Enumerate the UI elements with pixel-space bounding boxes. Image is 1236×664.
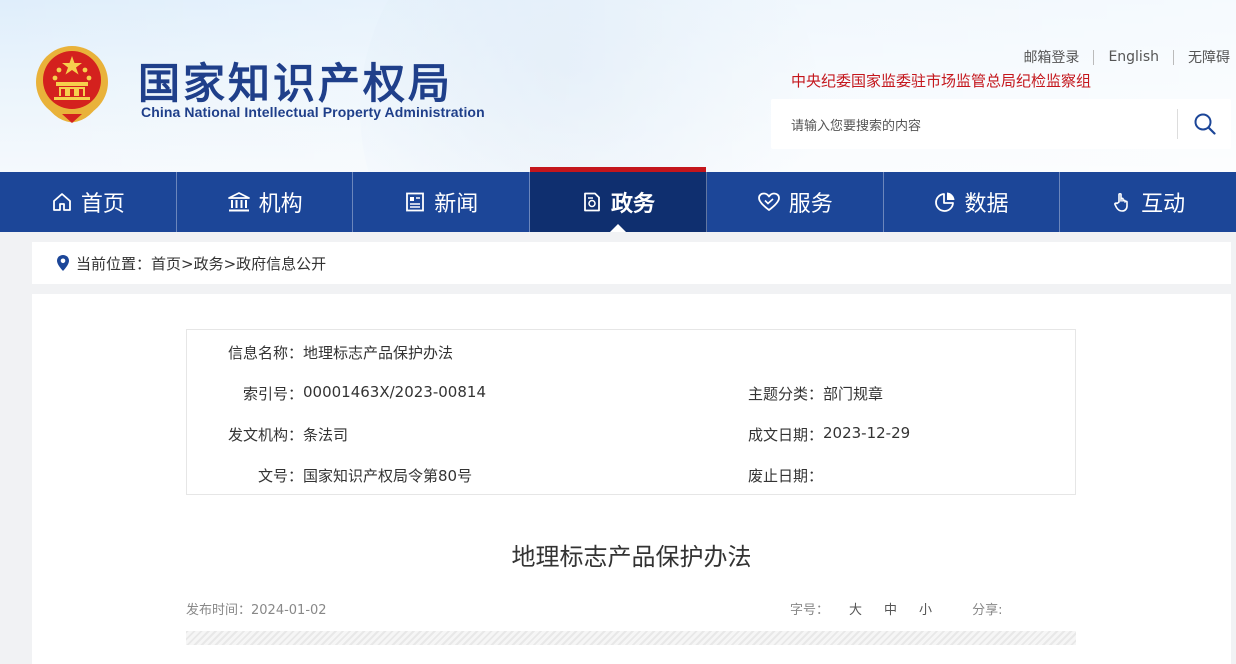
nav-item-interaction[interactable]: 互动 bbox=[1060, 172, 1236, 232]
info-value: 00001463X/2023-00814 bbox=[303, 383, 486, 401]
font-size-medium-button[interactable]: 中 bbox=[884, 599, 897, 618]
heart-hand-icon bbox=[757, 192, 780, 211]
nav-item-services[interactable]: 服务 bbox=[707, 172, 884, 232]
info-label: 发文机构： bbox=[227, 426, 303, 444]
discipline-inspection-link[interactable]: 中央纪委国家监委驻市场监管总局纪检监察组 bbox=[791, 70, 1091, 91]
info-row-index: 索引号： 00001463X/2023-00814 bbox=[207, 383, 486, 404]
info-label: 信息名称： bbox=[227, 344, 303, 362]
institution-icon bbox=[227, 192, 250, 212]
nav-item-label: 新闻 bbox=[434, 192, 479, 217]
font-size-label: 字号： bbox=[790, 603, 830, 618]
info-label: 废止日期： bbox=[747, 467, 823, 485]
top-links: 邮箱登录 English 无障碍 bbox=[1009, 47, 1230, 67]
accessibility-link[interactable]: 无障碍 bbox=[1174, 47, 1230, 67]
info-value: 国家知识产权局令第80号 bbox=[303, 467, 473, 485]
info-row-date: 成文日期： 2023-12-29 bbox=[727, 424, 910, 445]
info-value: 条法司 bbox=[303, 426, 349, 444]
info-row-docno: 文号： 国家知识产权局令第80号 bbox=[207, 465, 472, 486]
hand-pointer-icon bbox=[1114, 192, 1128, 212]
site-logo-english[interactable]: China National Intellectual Property Adm… bbox=[141, 104, 485, 120]
nav-item-label: 数据 bbox=[964, 192, 1009, 217]
search-icon bbox=[1194, 113, 1216, 135]
font-size-large-button[interactable]: 大 bbox=[849, 599, 862, 618]
document-icon bbox=[584, 192, 600, 212]
site-header: 国家知识产权局 China National Intellectual Prop… bbox=[0, 0, 1236, 172]
pie-chart-icon bbox=[935, 192, 955, 212]
info-value: 部门规章 bbox=[823, 385, 884, 403]
location-pin-icon bbox=[57, 255, 69, 271]
info-value: 地理标志产品保护办法 bbox=[303, 344, 454, 362]
info-row-topic: 主题分类： 部门规章 bbox=[727, 383, 883, 404]
nav-item-label: 机构 bbox=[258, 192, 303, 217]
info-label: 索引号： bbox=[242, 385, 303, 403]
search-input[interactable]: 请输入您要搜索的内容 bbox=[791, 115, 921, 134]
nav-item-news[interactable]: 新闻 bbox=[353, 172, 531, 232]
nav-item-label: 政务 bbox=[611, 192, 656, 217]
info-row-abolish: 废止日期： bbox=[707, 465, 823, 486]
info-row-name: 信息名称： 地理标志产品保护办法 bbox=[207, 342, 453, 363]
search-button[interactable] bbox=[1178, 99, 1231, 149]
main-content: 信息名称： 地理标志产品保护办法 索引号： 00001463X/2023-008… bbox=[32, 294, 1231, 664]
search-box: 请输入您要搜索的内容 bbox=[771, 99, 1231, 149]
article-title: 地理标志产品保护办法 bbox=[511, 543, 752, 571]
info-label: 文号： bbox=[257, 467, 303, 485]
nav-item-institution[interactable]: 机构 bbox=[177, 172, 354, 232]
nav-item-label: 互动 bbox=[1141, 192, 1186, 217]
font-size-small-button[interactable]: 小 bbox=[919, 599, 932, 618]
info-value: 2023-12-29 bbox=[823, 424, 911, 442]
home-icon bbox=[52, 193, 71, 211]
share-label: 分享: bbox=[972, 603, 1003, 618]
article-tools: 字号： 大 中 小 分享: bbox=[790, 599, 1022, 618]
main-nav: 首页 机构 新闻 政务 服务 数据 互动 bbox=[0, 167, 1236, 232]
national-emblem-icon[interactable] bbox=[34, 44, 110, 124]
nav-item-government-affairs[interactable]: 政务 bbox=[530, 167, 707, 232]
nav-item-label: 服务 bbox=[788, 192, 833, 217]
nav-item-label: 首页 bbox=[80, 192, 125, 217]
breadcrumb-text[interactable]: 当前位置：首页>政务>政府信息公开 bbox=[76, 253, 326, 274]
breadcrumb: 当前位置：首页>政务>政府信息公开 bbox=[32, 242, 1231, 284]
news-icon bbox=[406, 192, 425, 212]
nav-item-data[interactable]: 数据 bbox=[884, 172, 1061, 232]
mailbox-login-link[interactable]: 邮箱登录 bbox=[1009, 47, 1093, 67]
info-row-issuer: 发文机构： 条法司 bbox=[207, 424, 348, 445]
publish-time: 发布时间：2024-01-02 bbox=[186, 603, 327, 618]
nav-item-home[interactable]: 首页 bbox=[0, 172, 177, 232]
divider-stripe bbox=[186, 631, 1076, 645]
info-label: 主题分类： bbox=[747, 385, 823, 403]
site-logo-chinese[interactable]: 国家知识产权局 bbox=[138, 50, 453, 111]
info-label: 成文日期： bbox=[747, 426, 823, 444]
info-table: 信息名称： 地理标志产品保护办法 索引号： 00001463X/2023-008… bbox=[186, 329, 1076, 495]
english-link[interactable]: English bbox=[1094, 49, 1173, 65]
